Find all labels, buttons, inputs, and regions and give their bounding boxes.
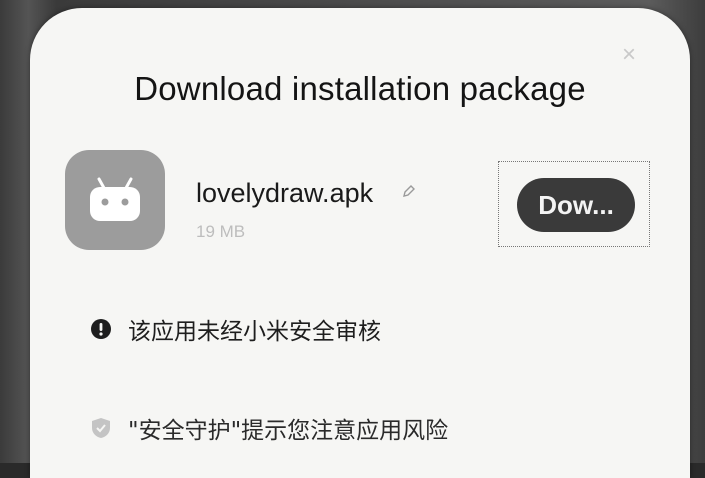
file-name: lovelydraw.apk [196,178,374,208]
download-dialog: × Download installation package lovelydr… [30,8,690,478]
security-notice: "安全守护"提示您注意应用风险 [90,411,448,445]
shield-icon [92,418,110,438]
edit-icon[interactable] [402,184,416,198]
dialog-title: Download installation package [134,70,586,107]
security-notice-text: "安全守护"提示您注意应用风险 [128,418,449,444]
download-button[interactable]: Dow... [517,178,635,232]
unverified-notice: 该应用未经小米安全审核 [90,312,381,346]
android-icon [90,177,140,221]
app-icon [65,150,165,250]
close-icon[interactable]: × [618,43,640,67]
file-size: 19 MB [196,222,246,241]
unverified-notice-text: 该应用未经小米安全审核 [128,319,381,345]
exclamation-circle-icon [91,319,111,339]
